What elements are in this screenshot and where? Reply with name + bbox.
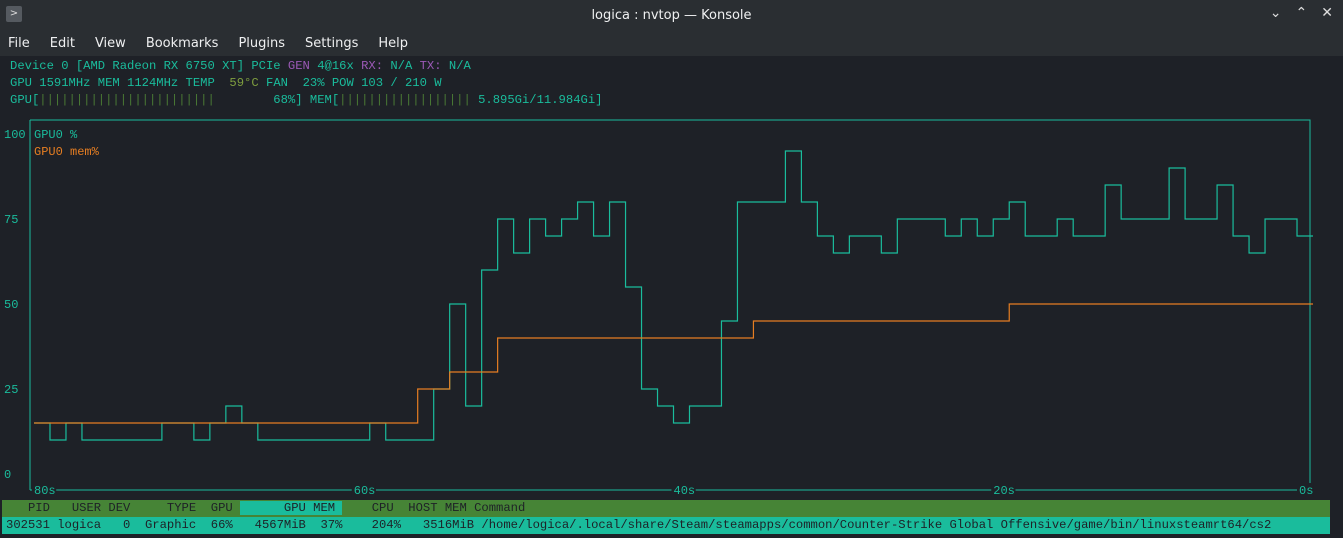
window-title: logica : nvtop — Konsole bbox=[591, 7, 752, 23]
menu-bookmarks[interactable]: Bookmarks bbox=[146, 36, 219, 51]
menu-bar: File Edit View Bookmarks Plugins Setting… bbox=[0, 30, 1343, 56]
y-tick-label: 75 bbox=[4, 213, 18, 227]
maximize-icon[interactable]: ⌃ bbox=[1296, 5, 1308, 21]
menu-edit[interactable]: Edit bbox=[50, 36, 75, 51]
usage-chart: 100 75 50 25 0 80s 60s 40s 20s 0s GPU0 % GPU0 mem% bbox=[4, 119, 1314, 498]
header-columns[interactable]: PID USER DEV TYPE GPU bbox=[6, 501, 240, 515]
legend-entry: GPU0 mem% bbox=[34, 145, 100, 159]
x-tick-label: 20s bbox=[993, 484, 1015, 498]
x-tick-label: 80s bbox=[34, 484, 56, 498]
menu-plugins[interactable]: Plugins bbox=[238, 36, 285, 51]
menu-file[interactable]: File bbox=[8, 36, 30, 51]
close-icon[interactable]: ✕ bbox=[1321, 5, 1333, 21]
y-tick-label: 0 bbox=[4, 468, 11, 482]
legend-entry: GPU0 % bbox=[34, 128, 78, 142]
series-line-gpu-util bbox=[34, 150, 1313, 441]
menu-view[interactable]: View bbox=[95, 36, 126, 51]
title-bar: > logica : nvtop — Konsole ⌄ ⌃ ✕ bbox=[0, 0, 1343, 30]
header-gpu-mem-sorted[interactable]: GPU MEM bbox=[240, 501, 343, 515]
process-table-header: PID USER DEV TYPE GPU GPU MEM CPU HOST M… bbox=[2, 500, 1330, 517]
terminal[interactable]: Device 0 [AMD Radeon RX 6750 XT] PCIe GE… bbox=[0, 56, 1343, 538]
process-row[interactable]: 302531 logica 0 Graphic 66% 4567MiB 37% … bbox=[2, 517, 1330, 534]
terminal-app-icon[interactable]: > bbox=[6, 6, 22, 22]
series-line-gpu-mem bbox=[34, 303, 1313, 424]
y-tick-label: 100 bbox=[4, 128, 26, 142]
y-tick-label: 50 bbox=[4, 298, 18, 312]
x-tick-label: 40s bbox=[674, 484, 696, 498]
menu-settings[interactable]: Settings bbox=[305, 36, 358, 51]
minimize-icon[interactable]: ⌄ bbox=[1270, 5, 1282, 21]
x-tick-label: 0s bbox=[1299, 484, 1313, 498]
x-tick-label: 60s bbox=[354, 484, 376, 498]
chart-border bbox=[30, 119, 1311, 490]
y-tick-label: 25 bbox=[4, 383, 18, 397]
menu-help[interactable]: Help bbox=[378, 36, 408, 51]
header-columns-rest[interactable]: CPU HOST MEM Command bbox=[342, 501, 526, 515]
